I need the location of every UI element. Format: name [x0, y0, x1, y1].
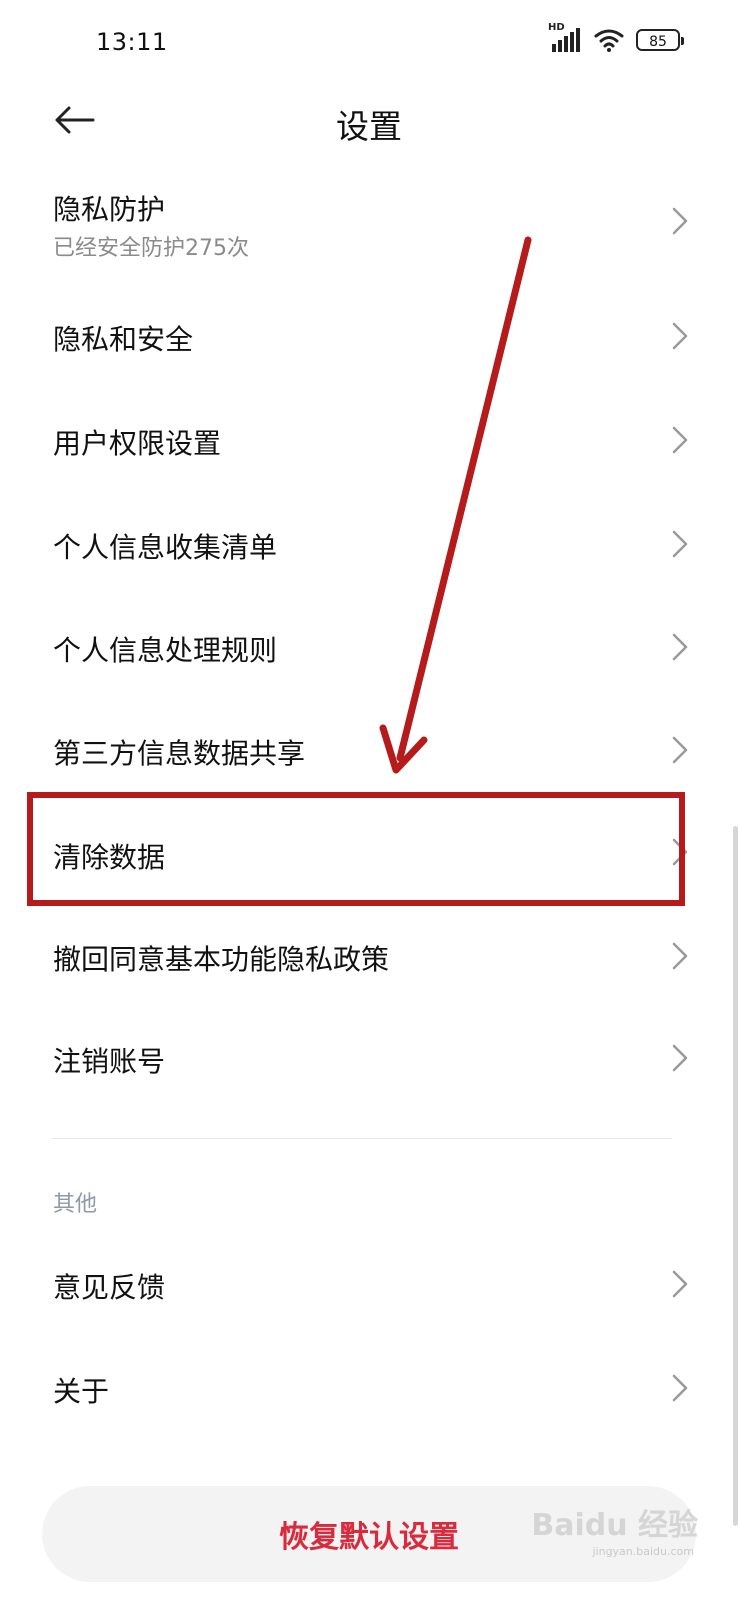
status-icons: HD 85 — [548, 22, 684, 52]
chevron-right-icon — [670, 1043, 690, 1073]
menu-item-privacy-security[interactable]: 隐私和安全 — [0, 288, 738, 388]
menu-item-feedback[interactable]: 意见反馈 — [0, 1234, 738, 1334]
chevron-right-icon — [670, 206, 690, 236]
watermark-url: jingyan.baidu.com — [592, 1545, 694, 1558]
menu-item-privacy-protection[interactable]: 隐私防护 已经安全防护275次 — [0, 176, 738, 276]
scrollbar[interactable] — [733, 826, 738, 1526]
menu-item-user-permissions[interactable]: 用户权限设置 — [0, 390, 738, 490]
menu-item-withdraw-consent[interactable]: 撤回同意基本功能隐私政策 — [0, 906, 738, 1006]
item-label: 清除数据 — [53, 841, 166, 874]
item-label: 关于 — [53, 1375, 110, 1408]
chevron-right-icon — [670, 837, 690, 867]
item-label: 用户权限设置 — [53, 427, 222, 460]
chevron-right-icon — [670, 1373, 690, 1403]
item-label: 个人信息收集清单 — [53, 531, 278, 564]
section-divider — [52, 1138, 672, 1139]
menu-item-info-collection[interactable]: 个人信息收集清单 — [0, 494, 738, 594]
chevron-right-icon — [670, 529, 690, 559]
item-label: 第三方信息数据共享 — [53, 737, 306, 770]
chevron-right-icon — [670, 735, 690, 765]
watermark-logo: Baidu 经验 — [531, 1508, 698, 1543]
item-label: 注销账号 — [53, 1045, 166, 1078]
chevron-right-icon — [670, 1269, 690, 1299]
header: 设置 — [0, 88, 738, 158]
chevron-right-icon — [670, 632, 690, 662]
status-time: 13:11 — [96, 28, 168, 56]
item-label: 隐私防护 — [53, 193, 166, 226]
chevron-right-icon — [670, 425, 690, 455]
menu-item-clear-data[interactable]: 清除数据 — [0, 804, 738, 904]
item-label: 个人信息处理规则 — [53, 634, 278, 667]
wifi-icon — [594, 28, 624, 52]
item-label: 意见反馈 — [53, 1271, 166, 1304]
page-title: 设置 — [336, 107, 402, 146]
item-label: 隐私和安全 — [53, 323, 194, 356]
status-bar: 13:11 HD 85 — [0, 0, 738, 88]
battery-icon: 85 — [636, 29, 684, 51]
menu-item-delete-account[interactable]: 注销账号 — [0, 1008, 738, 1108]
restore-defaults-label: 恢复默认设置 — [279, 1521, 459, 1554]
item-subtitle: 已经安全防护275次 — [53, 236, 249, 261]
menu-item-third-party-sharing[interactable]: 第三方信息数据共享 — [0, 700, 738, 800]
chevron-right-icon — [670, 321, 690, 351]
signal-icon: HD — [548, 22, 582, 52]
menu-item-about[interactable]: 关于 — [0, 1338, 738, 1438]
item-label: 撤回同意基本功能隐私政策 — [53, 943, 390, 976]
chevron-right-icon — [670, 941, 690, 971]
section-title-other: 其他 — [53, 1192, 98, 1217]
menu-item-info-processing[interactable]: 个人信息处理规则 — [0, 597, 738, 697]
